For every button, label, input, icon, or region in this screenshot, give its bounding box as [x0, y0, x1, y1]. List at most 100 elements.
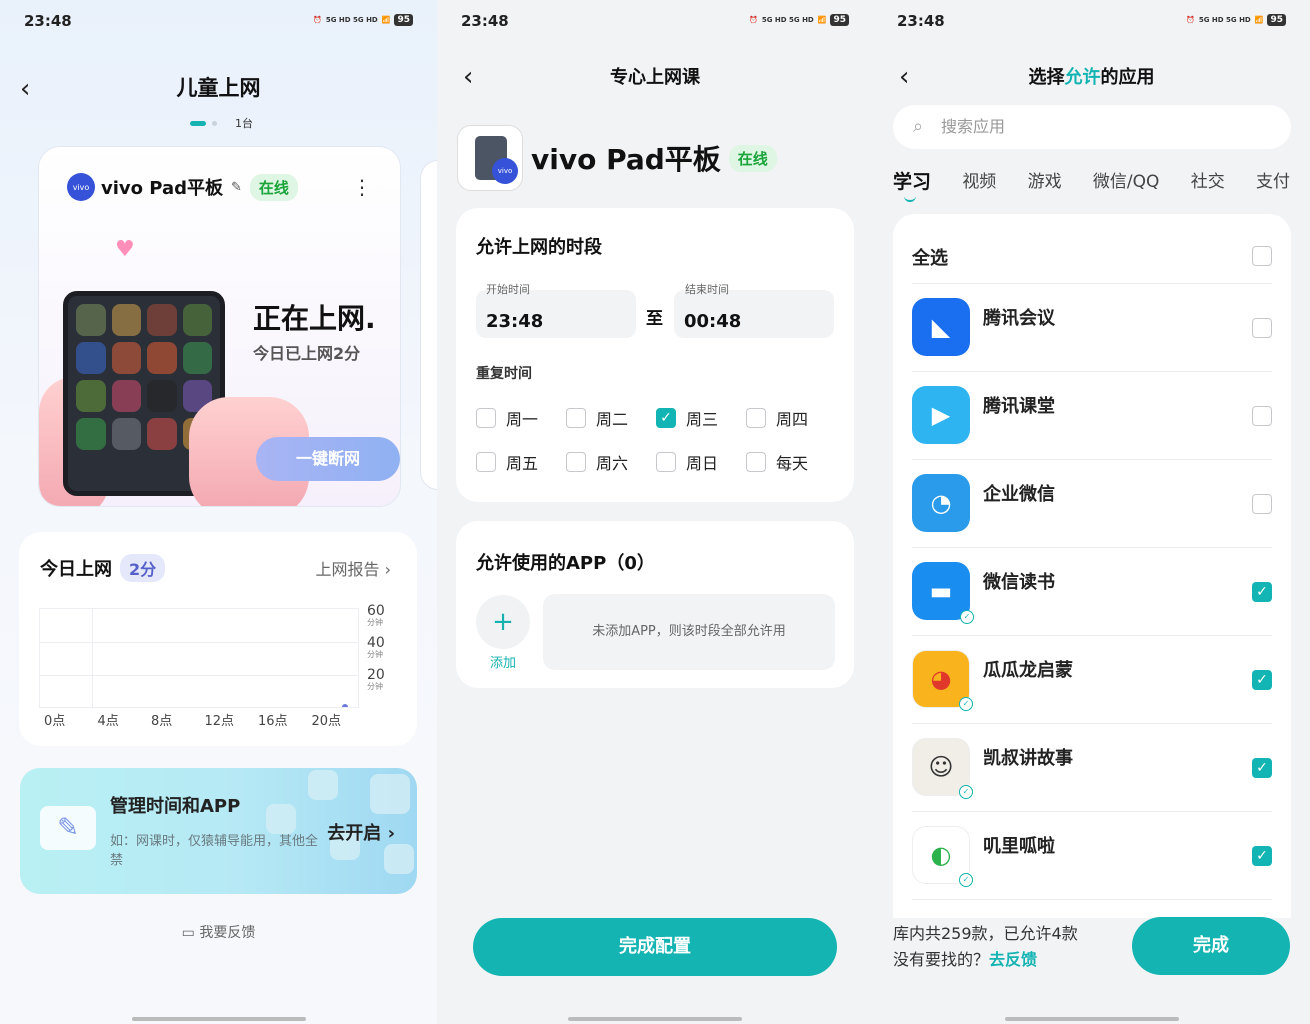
vivo-logo-icon: vivo [67, 173, 95, 201]
app-name: 微信读书 [983, 572, 1055, 593]
start-time-field[interactable]: 23:48 [476, 290, 636, 338]
tab-item[interactable]: 支付 [1256, 167, 1290, 194]
tab-item[interactable]: 学习 [893, 167, 931, 202]
tiktok-deco-icon [266, 804, 296, 834]
app-checkbox[interactable]: ✓ [1252, 582, 1272, 602]
app-checkbox[interactable] [1252, 494, 1272, 514]
next-device-card-peek[interactable] [420, 160, 437, 490]
app-row[interactable]: ▶ 腾讯课堂 [912, 372, 1272, 460]
day-label: 每天 [776, 454, 809, 473]
app-row[interactable]: ◣ 腾讯会议 [912, 284, 1272, 372]
home-indicator[interactable] [1004, 1017, 1179, 1021]
device-card[interactable]: vivo vivo Pad平板 ✎ 在线 ⋮ ♥ 正在上网. 今日已上网2分 一… [38, 146, 401, 507]
feedback-link[interactable]: 去反馈 [989, 950, 1037, 969]
day-option[interactable]: 周六 [566, 450, 628, 474]
heart-icon: ♥ [115, 237, 135, 262]
day-checkbox[interactable] [476, 408, 496, 428]
app-row[interactable]: ◐ ✓ 叽里呱啦 ✓ [912, 812, 1272, 900]
usage-report-link[interactable]: 上网报告 › [315, 556, 391, 580]
signal-icon: 5G HD 5G HD [761, 16, 814, 24]
title-highlight: 允许 [1064, 67, 1101, 88]
app-row[interactable]: ◕ ✓ 瓜瓜龙启蒙 ✓ [912, 636, 1272, 724]
app-name: 腾讯会议 [983, 308, 1055, 329]
day-checkbox[interactable]: ✓ [656, 408, 676, 428]
usage-card: 今日上网 2分 上网报告 › 60 分钟 40 分钟 20 分钟 0点 4点 8点 12点 16点… [19, 532, 417, 746]
surfing-status: 正在上网. [253, 302, 376, 335]
status-icons: ⏰ 5G HD 5G HD 📶 95 [749, 14, 849, 26]
app-deco-icon [308, 770, 338, 800]
done-button[interactable]: 完成 [1132, 917, 1290, 975]
tab-item[interactable]: 微信/QQ [1093, 167, 1160, 194]
pager-dot-active [190, 120, 206, 126]
usage-title-text: 今日上网 [40, 559, 112, 580]
add-app-button[interactable]: + [476, 595, 530, 649]
x-tick-label: 12点 [204, 714, 235, 729]
app-row[interactable]: ☺ ✓ 凯叔讲故事 ✓ [912, 724, 1272, 812]
day-option[interactable]: 周四 [746, 406, 808, 430]
x-tick-label: 16点 [258, 714, 288, 729]
day-option[interactable]: 周五 [476, 450, 538, 474]
select-all-checkbox[interactable] [1252, 246, 1272, 266]
feedback-link[interactable]: ▭ 我要反馈 [0, 922, 437, 942]
chart-gridline [40, 675, 358, 676]
day-option[interactable]: 周日 [656, 450, 718, 474]
end-time-value: 00:48 [684, 311, 742, 332]
no-app-hint: 未添加APP，则该时段全部允许用 [543, 594, 835, 670]
app-name: 企业微信 [983, 484, 1055, 505]
status-bar: 23:48 ⏰ 5G HD 5G HD 📶 95 [24, 12, 413, 32]
status-time: 23:48 [24, 12, 72, 30]
app-icon: ◔ [912, 474, 970, 532]
app-checkbox[interactable]: ✓ [1252, 846, 1272, 866]
day-checkbox[interactable] [476, 452, 496, 472]
app-checkbox[interactable]: ✓ [1252, 670, 1272, 690]
search-input[interactable]: ⌕ 搜索应用 [893, 105, 1291, 149]
add-app-label[interactable]: 添加 [490, 652, 516, 671]
wifi-icon: 📶 [817, 16, 827, 24]
app-row[interactable]: ▬ ✓ 微信读书 ✓ [912, 548, 1272, 636]
chevron-right-icon: › [384, 560, 391, 579]
x-tick-label: 4点 [97, 714, 119, 729]
chevron-right-icon: › [387, 823, 395, 844]
battery-icon: 95 [1267, 14, 1286, 26]
day-option[interactable]: ✓ 周三 [656, 406, 718, 430]
app-checkbox[interactable] [1252, 318, 1272, 338]
device-header: vivo vivo Pad平板 ✎ 在线 [67, 173, 298, 201]
tab-item[interactable]: 社交 [1191, 167, 1225, 194]
app-checkbox[interactable] [1252, 406, 1272, 426]
select-all-row[interactable]: 全选 [912, 214, 1272, 284]
day-option[interactable]: 周二 [566, 406, 628, 430]
app-row[interactable]: ◔ 企业微信 [912, 460, 1272, 548]
more-options-icon[interactable]: ⋮ [352, 175, 372, 199]
status-icons: ⏰ 5G HD 5G HD 📶 95 [313, 14, 413, 26]
day-checkbox[interactable] [746, 408, 766, 428]
app-icon: ▬ ✓ [912, 562, 974, 624]
home-indicator[interactable] [568, 1017, 742, 1021]
end-time-field[interactable]: 00:48 [674, 290, 834, 338]
day-label: 周一 [506, 410, 539, 429]
finish-config-button[interactable]: 完成配置 [473, 918, 837, 976]
day-checkbox[interactable] [746, 452, 766, 472]
day-checkbox[interactable] [566, 452, 586, 472]
alarm-icon: ⏰ [313, 16, 322, 24]
day-option[interactable]: 每天 [746, 450, 808, 474]
signal-icon: 5G HD 5G HD [1198, 16, 1251, 24]
select-apps-screen: 23:48 ⏰ 5G HD 5G HD 📶 95 ‹ 选择允许的应用 ⌕ 搜索应… [873, 0, 1310, 1024]
tab-item[interactable]: 视频 [962, 167, 996, 194]
day-option[interactable]: 周一 [476, 406, 538, 430]
search-placeholder: 搜索应用 [941, 117, 1006, 136]
app-icon: ◐ ✓ [912, 826, 973, 887]
home-indicator[interactable] [131, 1017, 306, 1021]
tablet-icon: vivo [457, 125, 523, 191]
verified-icon: ✓ [959, 785, 973, 799]
chart-gridline [92, 609, 93, 707]
day-checkbox[interactable] [566, 408, 586, 428]
manage-time-banner[interactable]: ✎ 管理时间和APP 如：网课时，仅猿辅导能用，其他全禁 去开启 › [20, 768, 417, 894]
disconnect-button[interactable]: 一键断网 [256, 437, 400, 481]
day-label: 周五 [506, 454, 539, 473]
app-checkbox[interactable]: ✓ [1252, 758, 1272, 778]
app-icon: ◕ ✓ [912, 650, 973, 711]
tab-item[interactable]: 游戏 [1028, 167, 1062, 194]
enable-link[interactable]: 去开启 › [327, 819, 395, 845]
edit-pencil-icon[interactable]: ✎ [231, 180, 242, 195]
day-checkbox[interactable] [656, 452, 676, 472]
